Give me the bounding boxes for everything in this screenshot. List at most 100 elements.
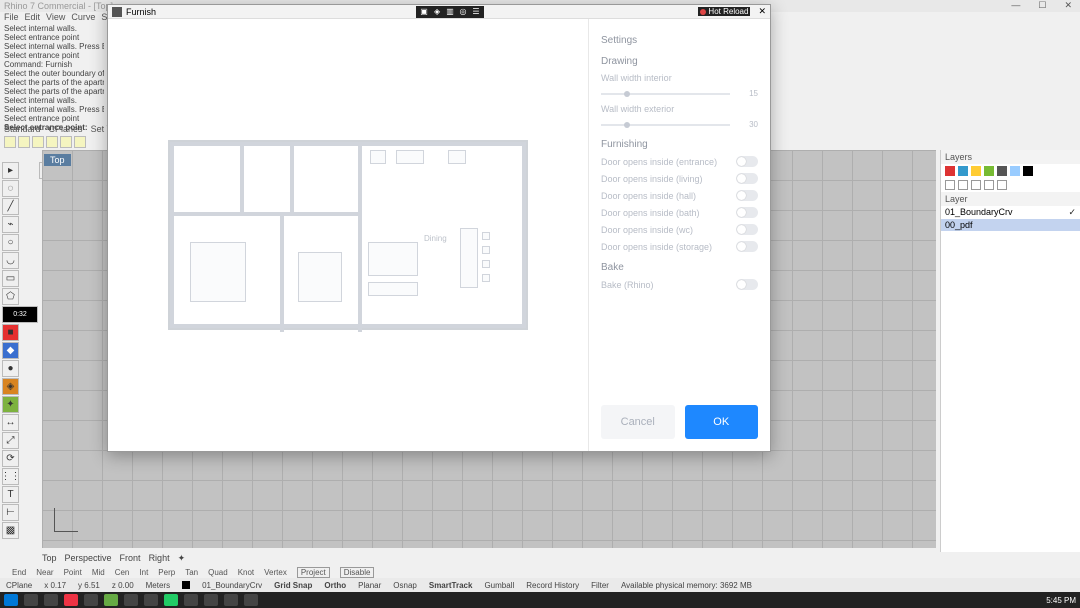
command-history: Select internal walls. Select entrance p… <box>4 24 104 132</box>
dim-icon[interactable]: ⊢ <box>2 504 19 521</box>
app-icon[interactable] <box>124 594 138 606</box>
rect-icon[interactable]: ▭ <box>2 270 19 287</box>
layers-panel: Layers Layer 01_BoundaryCrv✓ 00_pdf <box>940 150 1080 552</box>
search-icon[interactable] <box>24 594 38 606</box>
layer-tool-icon[interactable] <box>984 180 994 190</box>
toggle-switch[interactable] <box>736 207 758 218</box>
tool-icon[interactable]: ▣ <box>419 7 429 17</box>
array-icon[interactable]: ⋮⋮ <box>2 468 19 485</box>
cut-icon[interactable] <box>60 136 72 148</box>
standard-toolbar <box>4 136 86 148</box>
app-icon[interactable] <box>164 594 178 606</box>
tool-icon[interactable]: ☰ <box>471 7 481 17</box>
solid-icon[interactable]: ◆ <box>2 342 19 359</box>
hatch-icon[interactable]: ▩ <box>2 522 19 539</box>
rotate-icon[interactable]: ⟳ <box>2 450 19 467</box>
layer-row[interactable]: 01_BoundaryCrv✓ <box>941 206 1080 219</box>
start-icon[interactable] <box>4 594 18 606</box>
open-icon[interactable] <box>18 136 30 148</box>
save-icon[interactable] <box>32 136 44 148</box>
layer-prop-icon[interactable] <box>997 166 1007 176</box>
app-icon[interactable] <box>224 594 238 606</box>
toggle-switch[interactable] <box>736 279 758 290</box>
close-icon[interactable]: ✕ <box>1064 0 1072 11</box>
menu-curve[interactable]: Curve <box>71 12 95 24</box>
record-icon[interactable]: ■ <box>2 324 19 341</box>
sphere-icon[interactable]: ● <box>2 360 19 377</box>
toggle-switch[interactable] <box>736 224 758 235</box>
app-icon[interactable] <box>184 594 198 606</box>
hot-reload-badge[interactable]: Hot Reload <box>698 7 750 16</box>
new-icon[interactable] <box>4 136 16 148</box>
layers-toolbar <box>941 164 1080 178</box>
menu-view[interactable]: View <box>46 12 65 24</box>
layer-new-icon[interactable] <box>945 166 955 176</box>
cancel-button[interactable]: Cancel <box>601 405 675 439</box>
polyline-icon[interactable]: ⌁ <box>2 216 19 233</box>
settings-panel: Settings Drawing Wall width interior 15 … <box>588 19 770 451</box>
layer-dn-icon[interactable] <box>984 166 994 176</box>
dialog-title: Furnish <box>126 7 156 17</box>
polygon-icon[interactable]: ⬠ <box>2 288 19 305</box>
taskbar: 5:45 PM <box>0 592 1080 608</box>
render-icon[interactable]: ✦ <box>2 396 19 413</box>
layer-tool-icon[interactable] <box>958 180 968 190</box>
status-bar: CPlane x 0.17 y 6.51 z 0.00 Meters 01_Bo… <box>0 578 1080 592</box>
app-icon[interactable] <box>64 594 78 606</box>
scale-icon[interactable]: ⤢ <box>2 432 19 449</box>
toggle-switch[interactable] <box>736 241 758 252</box>
dot-icon <box>700 9 706 15</box>
app-icon[interactable] <box>84 594 98 606</box>
osnap-bar: End Near Point Mid Cen Int Perp Tan Quad… <box>12 567 374 578</box>
menu-edit[interactable]: Edit <box>25 12 41 24</box>
app-icon[interactable] <box>204 594 218 606</box>
text-icon[interactable]: T <box>2 486 19 503</box>
lasso-icon[interactable]: ◌ <box>2 180 19 197</box>
layer-tool-icon[interactable] <box>997 180 1007 190</box>
copy-icon[interactable] <box>74 136 86 148</box>
clock[interactable]: 5:45 PM <box>1046 596 1076 605</box>
pointer-icon[interactable]: ▸ <box>2 162 19 179</box>
toggle-switch[interactable] <box>736 156 758 167</box>
layer-del-icon[interactable] <box>958 166 968 176</box>
transform-icon[interactable]: ↔ <box>2 414 19 431</box>
layer-up-icon[interactable] <box>971 166 981 176</box>
tool-icon[interactable]: ◎ <box>458 7 468 17</box>
app-title: Rhino 7 Commercial - [Top] <box>4 1 113 11</box>
layer-filter-icon[interactable] <box>1010 166 1020 176</box>
arc-icon[interactable]: ◡ <box>2 252 19 269</box>
dialog-titlebar[interactable]: Furnish ▣ ◈ ▥ ◎ ☰ Hot Reload ✕ <box>108 5 770 19</box>
line-icon[interactable]: ╱ <box>2 198 19 215</box>
explorer-icon[interactable] <box>44 594 58 606</box>
layer-color-swatch[interactable] <box>182 581 190 589</box>
layer-tool-icon[interactable] <box>971 180 981 190</box>
tool-icon[interactable]: ▥ <box>445 7 455 17</box>
close-icon[interactable]: ✕ <box>758 6 766 17</box>
check-icon: ✓ <box>1068 207 1076 218</box>
minimize-icon[interactable]: — <box>1011 0 1020 11</box>
viewport-tabs: Top Perspective Front Right ✦ <box>42 553 185 564</box>
mesh-icon[interactable]: ◈ <box>2 378 19 395</box>
layers-header: Layers <box>941 150 1080 164</box>
layer-color-icon[interactable] <box>1023 166 1033 176</box>
timer-icon: 0:32 <box>2 306 38 323</box>
slider-label: Wall width exterior <box>601 104 758 114</box>
ok-button[interactable]: OK <box>685 405 759 439</box>
toggle-switch[interactable] <box>736 173 758 184</box>
wall-exterior-slider[interactable] <box>601 124 730 126</box>
add-tab-icon[interactable]: ✦ <box>178 553 186 564</box>
layer-row[interactable]: 00_pdf <box>941 219 1080 231</box>
tool-icon[interactable]: ◈ <box>432 7 442 17</box>
print-icon[interactable] <box>46 136 58 148</box>
app-icon[interactable] <box>244 594 258 606</box>
axes-icon <box>54 508 78 532</box>
menu-file[interactable]: File <box>4 12 19 24</box>
app-icon[interactable] <box>144 594 158 606</box>
layer-tool-icon[interactable] <box>945 180 955 190</box>
circle-icon[interactable]: ○ <box>2 234 19 251</box>
app-icon[interactable] <box>104 594 118 606</box>
wall-interior-slider[interactable] <box>601 93 730 95</box>
viewport-title[interactable]: Top <box>44 154 71 166</box>
toggle-switch[interactable] <box>736 190 758 201</box>
maximize-icon[interactable]: ☐ <box>1038 0 1046 11</box>
